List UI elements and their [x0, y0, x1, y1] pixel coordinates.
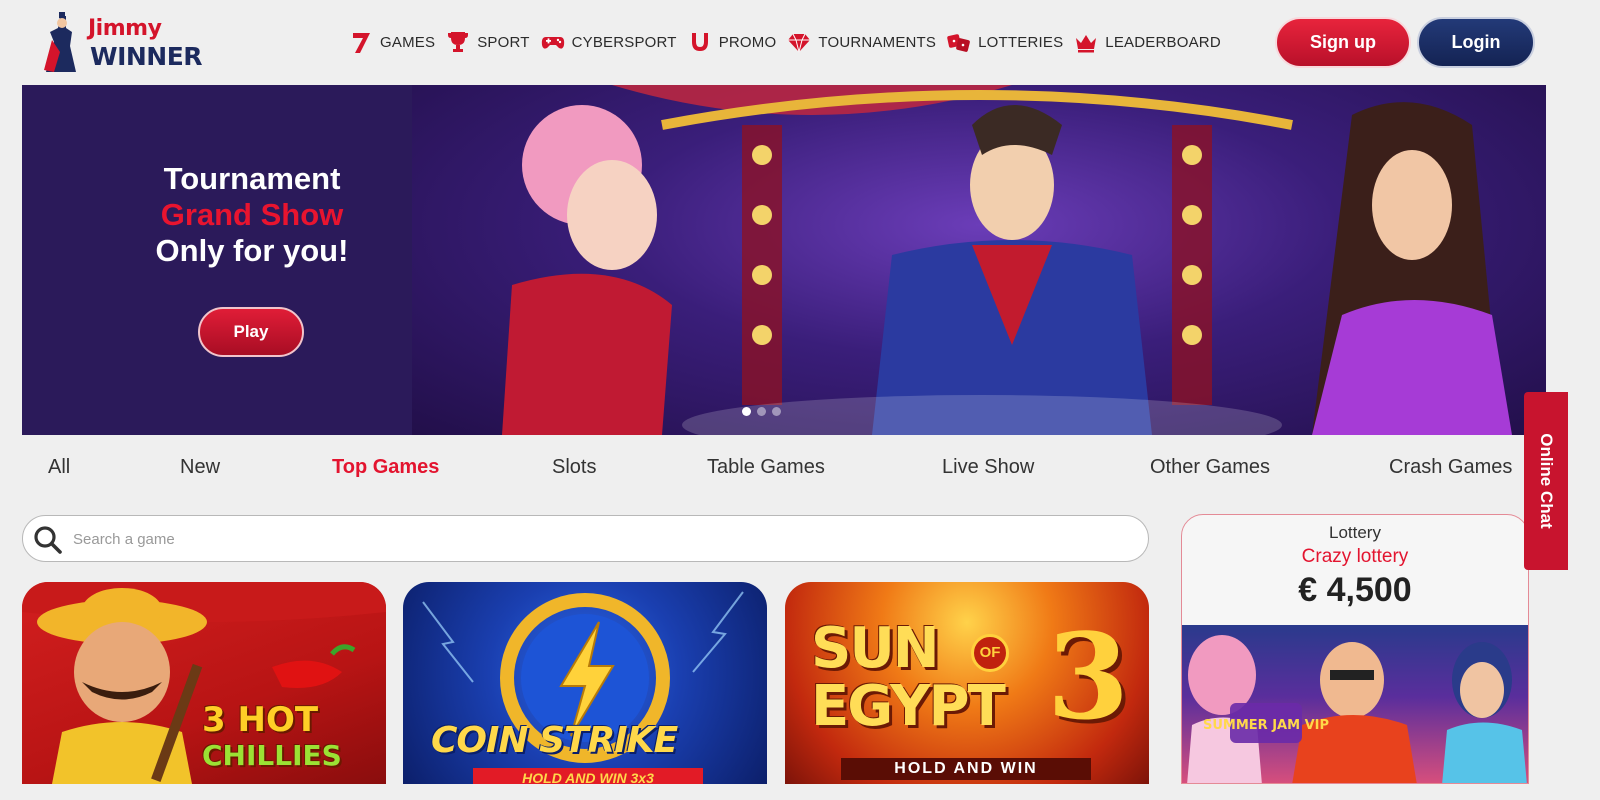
category-tabs: All New Top Games Slots Table Games Live… — [22, 450, 1546, 488]
lottery-kicker: Lottery — [1329, 523, 1381, 542]
nav-item-promo[interactable]: PROMO — [687, 29, 777, 55]
banner-illustration — [412, 85, 1546, 435]
game-tile-coin-strike[interactable]: COIN STRIKE HOLD AND WIN 3x3 — [403, 582, 767, 784]
lottery-amount: € 4,500 — [1298, 571, 1412, 609]
banner-line1: Tournament — [163, 161, 341, 196]
online-chat-label: Online Chat — [1537, 433, 1556, 529]
dice-icon — [947, 34, 970, 52]
game-title-sub: HOLD AND WIN — [841, 758, 1091, 780]
tab-slots[interactable]: Slots — [552, 456, 596, 479]
horseshoe-icon — [691, 33, 708, 51]
game-title-of: OF — [971, 634, 1009, 672]
mascot-icon — [44, 12, 76, 72]
summer-jam-illustration: SUMMER JAM VIP — [1187, 635, 1527, 783]
search-bar — [22, 515, 1149, 562]
nav-label: LEADERBOARD — [1105, 33, 1221, 51]
logo[interactable]: Jimmy WINNER — [40, 12, 203, 76]
online-chat-tab[interactable]: Online Chat — [1524, 392, 1568, 570]
carousel-dot[interactable] — [772, 407, 781, 416]
nav-label: LOTTERIES — [978, 33, 1064, 51]
game-tile-3-hot-chillies[interactable]: 3 HOT CHILLIES — [22, 582, 386, 784]
nav-item-games[interactable]: GAMES — [348, 29, 435, 55]
nav-label: TOURNAMENTS — [818, 33, 937, 51]
game-title-number: 3 — [1047, 607, 1130, 746]
game-title-word: EGYPT — [811, 674, 1006, 739]
tab-new[interactable]: New — [180, 456, 220, 479]
tab-top-games[interactable]: Top Games — [332, 456, 439, 479]
signup-button[interactable]: Sign up — [1275, 17, 1411, 68]
game-title-main: SUN EGYPT — [811, 620, 1006, 739]
search-icon — [34, 526, 62, 554]
nav-item-tournaments[interactable]: TOURNAMENTS — [786, 29, 936, 55]
nav-label: GAMES — [380, 33, 436, 51]
lottery-image: SUMMER JAM VIP — [1182, 625, 1528, 783]
game-title-sub: HOLD AND WIN 3x3 — [473, 768, 703, 784]
banner-line2: Grand Show — [160, 197, 344, 232]
game-title-sub: CHILLIES — [202, 739, 342, 772]
logo-line2: WINNER — [90, 42, 203, 71]
tab-live-show[interactable]: Live Show — [942, 456, 1034, 479]
nav-item-lotteries[interactable]: LOTTERIES — [946, 29, 1063, 55]
nav-label: SPORT — [477, 33, 530, 51]
tab-table-games[interactable]: Table Games — [707, 456, 825, 479]
login-button[interactable]: Login — [1417, 17, 1535, 68]
carousel-dots — [742, 407, 787, 416]
lottery-name: Crazy lottery — [1301, 546, 1409, 567]
tab-all[interactable]: All — [48, 456, 70, 479]
nav-item-leaderboard[interactable]: LEADERBOARD — [1073, 29, 1221, 55]
banner-artwork — [502, 85, 1512, 435]
carousel-dot[interactable] — [757, 407, 766, 416]
gamepad-icon — [541, 37, 564, 49]
play-button[interactable]: Play — [198, 307, 304, 357]
diamond-icon — [788, 33, 811, 53]
nav-item-cybersport[interactable]: CYBERSPORT — [540, 29, 677, 55]
logo-line1: Jimmy — [88, 16, 162, 41]
search-input[interactable] — [73, 524, 1133, 554]
lottery-image-caption: SUMMER JAM VIP — [1203, 718, 1329, 733]
carousel-dot[interactable] — [742, 407, 751, 416]
game-title-word: SUN — [811, 616, 940, 681]
tab-other-games[interactable]: Other Games — [1150, 456, 1270, 479]
main-nav: GAMES SPORT CYBERSPORT PROMO TOURNAMENTS… — [348, 28, 1231, 56]
hero-banner[interactable]: Tournament Grand Show Only for you! Play — [22, 85, 1546, 435]
crown-icon — [1076, 35, 1097, 53]
nav-label: CYBERSPORT — [571, 33, 677, 51]
banner-headline: Tournament Grand Show Only for you! — [112, 161, 392, 269]
lottery-card[interactable]: Lottery Crazy lottery € 4,500 SUMMER JAM… — [1181, 514, 1529, 784]
banner-line3: Only for you! — [155, 233, 349, 268]
nav-label: PROMO — [718, 33, 777, 51]
trophy-icon — [448, 32, 469, 52]
seven-icon — [353, 33, 370, 53]
tab-crash-games[interactable]: Crash Games — [1389, 456, 1512, 479]
game-title-main: COIN STRIKE — [431, 720, 678, 761]
site-header: Jimmy WINNER GAMES SPORT CYBERSPORT PROM… — [0, 0, 1568, 84]
nav-item-sport[interactable]: SPORT — [445, 29, 529, 55]
game-title-main: 3 HOT — [202, 700, 319, 740]
game-tile-sun-of-egypt-3[interactable]: SUN EGYPT OF 3 HOLD AND WIN — [785, 582, 1149, 784]
game-title: 3 HOT CHILLIES — [202, 702, 342, 774]
